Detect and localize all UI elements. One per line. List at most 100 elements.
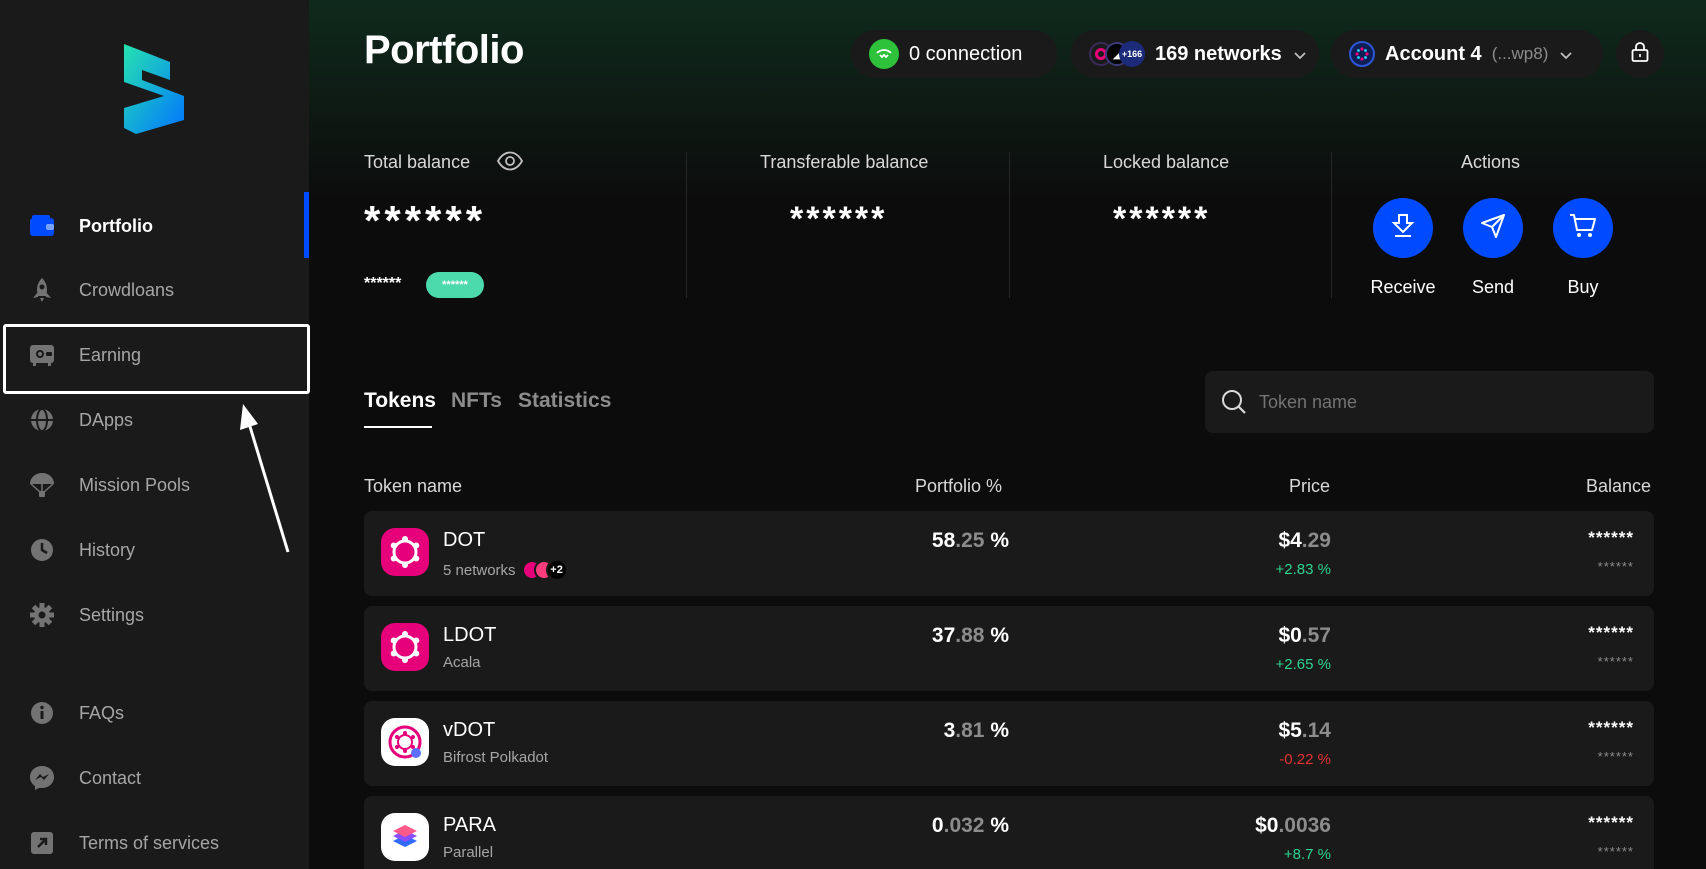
token-name: LDOT: [443, 624, 497, 646]
sidebar-item-label: FAQs: [79, 702, 125, 723]
sidebar-item-faqs[interactable]: FAQs: [0, 681, 309, 745]
buy-button[interactable]: [1553, 198, 1613, 258]
eye-icon[interactable]: [496, 151, 524, 176]
network-badge: +2: [521, 559, 568, 581]
chevron-down-icon: [1560, 43, 1573, 66]
token-price: $5.14: [1278, 719, 1331, 742]
divider: [1331, 152, 1332, 298]
balance-change-tag: ******: [426, 272, 484, 298]
actions-label: Actions: [1461, 152, 1521, 172]
table-row[interactable]: LDOT Acala 37.88 % $0.57 +2.65 % ****** …: [364, 606, 1654, 691]
send-button[interactable]: [1463, 198, 1523, 258]
receive-button[interactable]: [1373, 198, 1433, 258]
portfolio-percent: 3.81 %: [943, 719, 1009, 742]
token-balance: ******: [1588, 718, 1634, 737]
send-label: Send: [1471, 277, 1515, 297]
account-address: (...wp8): [1491, 44, 1549, 63]
rocket-icon: [29, 277, 55, 303]
divider: [686, 152, 687, 298]
token-search[interactable]: [1205, 371, 1654, 433]
receive-icon: [1391, 213, 1415, 244]
network-logos: ◢ +166: [1089, 41, 1145, 67]
parachute-icon: [29, 472, 55, 498]
total-balance-sub: ******: [364, 275, 402, 292]
token-balance: ******: [1588, 623, 1634, 642]
sidebar-item-crowdloans[interactable]: Crowdloans: [0, 258, 309, 322]
token-name: vDOT: [443, 719, 496, 741]
sidebar-item-terms[interactable]: Terms of services: [0, 811, 309, 869]
clock-icon: [29, 537, 55, 563]
transferable-balance-label: Transferable balance: [760, 152, 929, 172]
parallel-token-icon: [381, 813, 429, 861]
network-selector[interactable]: ◢ +166 169 networks: [1071, 30, 1319, 78]
token-balance-value: ******: [1597, 559, 1634, 574]
chevron-down-icon: [1294, 43, 1306, 66]
column-header-token: Token name: [364, 476, 463, 496]
polkadot-token-icon: [381, 528, 429, 576]
tab-statistics[interactable]: Statistics: [518, 389, 611, 413]
portfolio-percent: 37.88 %: [931, 624, 1009, 647]
price-change: +8.7 %: [1283, 846, 1331, 863]
table-row[interactable]: PARA Parallel 0.032 % $0.0036 +8.7 % ***…: [364, 796, 1654, 869]
token-price: $0.57: [1278, 624, 1331, 647]
token-price: $0.0036: [1255, 814, 1331, 837]
total-balance-label: Total balance: [364, 152, 471, 172]
messenger-icon: [29, 765, 55, 791]
account-name: Account 4: [1385, 42, 1482, 65]
buy-label: Buy: [1567, 277, 1599, 297]
wallet-icon: [29, 213, 55, 239]
walletconnect-icon: [869, 39, 899, 69]
tab-underline: [364, 426, 432, 428]
external-link-icon: [29, 830, 55, 856]
portfolio-percent: 58.25 %: [931, 529, 1009, 552]
account-selector[interactable]: Account 4 (...wp8): [1331, 30, 1603, 78]
token-price: $4.29: [1278, 529, 1331, 552]
network-count-badge: +166: [1119, 41, 1145, 67]
token-network: Acala: [443, 654, 481, 671]
token-balance-value: ******: [1597, 654, 1634, 669]
token-balance: ******: [1588, 813, 1634, 832]
gear-icon: [29, 602, 55, 628]
sidebar: Portfolio Crowdloans Earning DApps Missi…: [0, 0, 310, 869]
token-name: PARA: [443, 814, 496, 836]
token-network: Bifrost Polkadot: [443, 749, 548, 766]
connection-button[interactable]: 0 connection: [851, 30, 1057, 78]
sidebar-item-label: Terms of services: [79, 832, 220, 853]
locked-balance-value: ******: [1113, 200, 1211, 238]
column-header-price: Price: [1289, 476, 1331, 496]
sidebar-item-label: DApps: [79, 409, 134, 430]
token-network-label: 5 networks: [443, 561, 516, 579]
token-network: 5 networks +2: [443, 559, 568, 581]
lock-button[interactable]: [1616, 30, 1664, 78]
table-row[interactable]: vDOT Bifrost Polkadot 3.81 % $5.14 -0.22…: [364, 701, 1654, 786]
more-networks-badge: +2: [545, 559, 568, 581]
sidebar-item-contact[interactable]: Contact: [0, 746, 309, 810]
send-icon: [1480, 213, 1506, 244]
transferable-balance-value: ******: [790, 200, 888, 238]
tab-nfts[interactable]: NFTs: [451, 389, 502, 413]
token-network-label: Parallel: [443, 844, 494, 861]
divider: [1009, 152, 1010, 298]
token-network: Parallel: [443, 844, 493, 861]
token-balance-value: ******: [1597, 749, 1634, 764]
networks-label: 169 networks: [1155, 42, 1282, 65]
column-header-balance: Balance: [1586, 476, 1652, 496]
tab-tokens[interactable]: Tokens: [364, 389, 436, 413]
token-balance: ******: [1588, 528, 1634, 547]
lock-icon: [1631, 41, 1649, 67]
globe-icon: [29, 407, 55, 433]
sidebar-item-label: Portfolio: [79, 215, 153, 236]
page-title: Portfolio: [364, 28, 524, 72]
sidebar-item-label: Mission Pools: [79, 474, 191, 495]
price-change: +2.65 %: [1275, 656, 1331, 673]
account-avatar: [1349, 41, 1375, 67]
sidebar-item-label: Contact: [79, 767, 142, 788]
total-balance-value: ******: [364, 197, 487, 244]
sidebar-item-portfolio[interactable]: Portfolio: [0, 194, 309, 258]
sidebar-item-settings[interactable]: Settings: [0, 583, 309, 647]
vdot-token-icon: [381, 718, 429, 766]
table-row[interactable]: DOT 5 networks +2 58.25 % $4.29 +2.83 % …: [364, 511, 1654, 596]
app-window: Portfolio Crowdloans Earning DApps Missi…: [0, 0, 1706, 869]
search-input[interactable]: [1259, 391, 1619, 413]
locked-balance-label: Locked balance: [1103, 152, 1230, 172]
